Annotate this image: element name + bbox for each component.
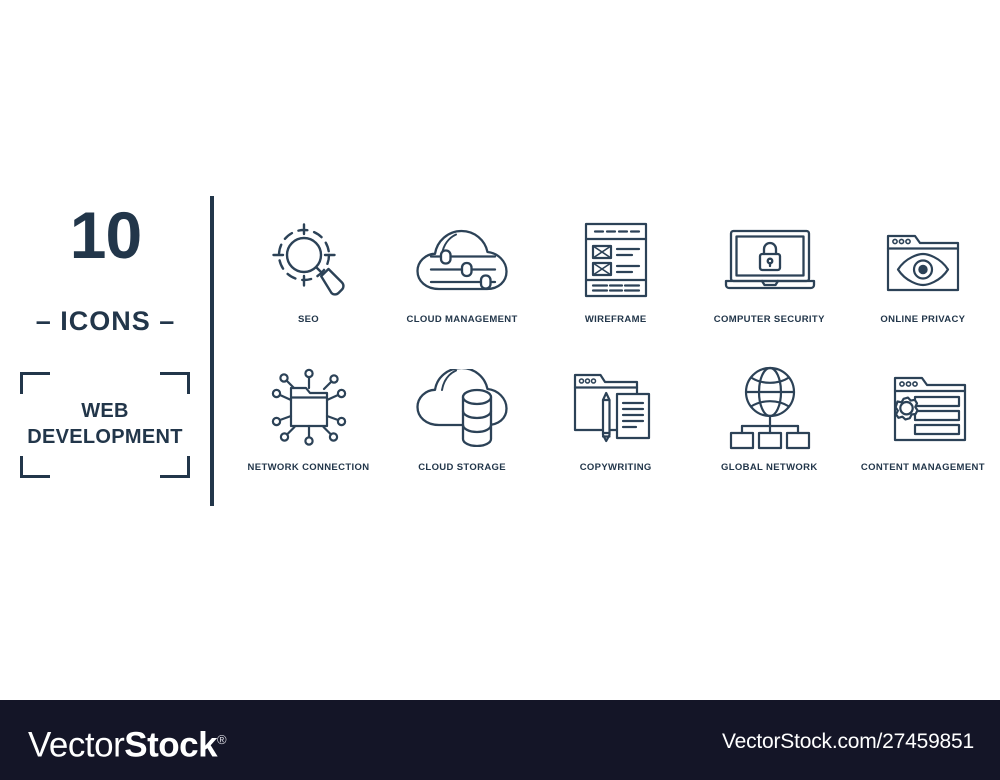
icon-cell-wireframe[interactable]: WIREFRAME (539, 210, 693, 350)
icon-cell-global-network[interactable]: GLOBAL NETWORK (693, 358, 847, 498)
browser-pencil-document-icon (539, 358, 693, 458)
bracket-bottom-left-icon (20, 456, 50, 478)
folder-nodes-icon (232, 358, 386, 458)
icon-cell-network-connection[interactable]: NETWORK CONNECTION (232, 358, 386, 498)
globe-hierarchy-icon (693, 358, 847, 458)
icon-cell-content-management[interactable]: CONTENT MANAGEMENT (846, 358, 1000, 498)
laptop-padlock-icon (693, 210, 847, 310)
icon-cell-online-privacy[interactable]: ONLINE PRIVACY (846, 210, 1000, 350)
icon-cell-seo[interactable]: SEO (232, 210, 386, 350)
icon-row-2: NETWORK CONNECTION CLOUD STORAGE COPYWRI… (232, 358, 1000, 498)
cloud-sliders-icon (386, 210, 540, 310)
bracket-top-right-icon (160, 372, 190, 394)
magnifier-crosshair-icon (232, 210, 386, 310)
icon-row-1: SEO CLOUD MANAGEMENT WIREFRAME COMPUTER … (232, 210, 1000, 350)
icon-cell-copywriting[interactable]: COPYWRITING (539, 358, 693, 498)
icon-cell-cloud-storage[interactable]: CLOUD STORAGE (386, 358, 540, 498)
brand-thin-text: Vector (28, 725, 125, 765)
vertical-divider (210, 196, 214, 506)
icon-cell-computer-security[interactable]: COMPUTER SECURITY (693, 210, 847, 350)
bracket-top-left-icon (20, 372, 50, 394)
icon-set-title: WEB DEVELOPMENT (20, 398, 190, 450)
wireframe-layout-icon (539, 210, 693, 310)
footer-bar: VectorStock® VectorStock.com/27459851 (0, 700, 1000, 780)
icon-grid: SEO CLOUD MANAGEMENT WIREFRAME COMPUTER … (232, 210, 1000, 500)
vectorstock-logo[interactable]: VectorStock® (28, 722, 227, 764)
bracket-bottom-right-icon (160, 456, 190, 478)
bracket-frame: WEB DEVELOPMENT (20, 372, 190, 478)
icon-set-title-line-1: WEB (81, 400, 129, 422)
icon-cell-cloud-management[interactable]: CLOUD MANAGEMENT (386, 210, 540, 350)
registered-trademark-icon: ® (217, 732, 227, 747)
illustration-canvas: 10 – ICONS – WEB DEVELOPMENT SEO CLOUD M… (0, 0, 1000, 780)
icon-set-title-line-2: DEVELOPMENT (27, 426, 183, 448)
brand-bold-text: Stock (124, 725, 218, 765)
icon-count-number: 10 (69, 198, 142, 272)
icon-count-label: – ICONS – (35, 306, 176, 336)
browser-eye-icon (846, 210, 1000, 310)
vectorstock-url[interactable]: VectorStock.com/27459851 (722, 730, 974, 754)
icon-label: ONLINE PRIVACY (880, 314, 966, 325)
cloud-database-icon (386, 358, 540, 458)
browser-gear-bars-icon (846, 358, 1000, 458)
icon-label: CONTENT MANAGEMENT (860, 462, 985, 473)
title-block: 10 – ICONS – WEB DEVELOPMENT (0, 196, 211, 506)
